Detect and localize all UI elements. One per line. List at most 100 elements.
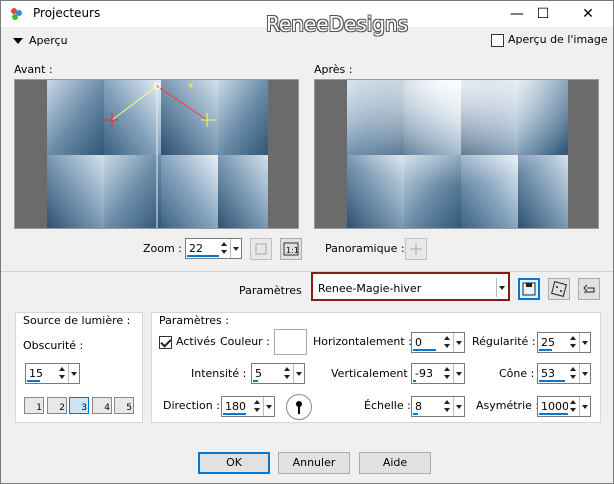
echelle-label: Échelle : bbox=[364, 399, 411, 412]
horizontal-value: 0 bbox=[415, 336, 422, 349]
asymetrie-dropdown[interactable] bbox=[579, 397, 590, 416]
apercu-label: Aperçu bbox=[29, 34, 68, 47]
regularite-dropdown[interactable] bbox=[579, 333, 590, 352]
app-icon bbox=[11, 8, 22, 20]
horizontal-label: Horizontalement : bbox=[313, 335, 412, 348]
echelle-value: 8 bbox=[415, 400, 422, 413]
vertical-dropdown[interactable] bbox=[453, 364, 464, 383]
color-swatch[interactable] bbox=[274, 329, 307, 355]
after-preview-image bbox=[315, 80, 598, 228]
asymetrie-input[interactable]: 1000 bbox=[537, 396, 591, 417]
ok-button[interactable]: OK bbox=[198, 452, 270, 474]
actives-checkbox[interactable]: Activés bbox=[159, 335, 216, 349]
projecteurs-dialog: Projecteurs — ☐ ✕ ReneeDesigns Aperçu Ap… bbox=[0, 0, 614, 484]
direction-dial[interactable] bbox=[286, 394, 312, 420]
direction-label: Direction : bbox=[163, 399, 220, 412]
light-4-button[interactable]: 4 bbox=[92, 397, 112, 414]
light-1-button[interactable]: 1 bbox=[24, 397, 44, 414]
obscurite-spinner[interactable] bbox=[57, 364, 68, 383]
vertical-input[interactable]: -93 bbox=[411, 363, 465, 384]
cone-dropdown[interactable] bbox=[579, 364, 590, 383]
direction-dropdown[interactable] bbox=[263, 397, 274, 416]
intensite-dropdown[interactable] bbox=[293, 364, 304, 383]
cone-value: 53 bbox=[541, 367, 555, 380]
zoom-spinner[interactable] bbox=[219, 239, 230, 258]
preset-value: Renee-Magie-hiver bbox=[318, 282, 422, 295]
preset-label: Paramètres bbox=[239, 284, 302, 297]
obscurite-value: 15 bbox=[29, 367, 43, 380]
horizontal-spinner[interactable] bbox=[442, 333, 453, 352]
echelle-dropdown[interactable] bbox=[453, 397, 464, 416]
vertical-spinner[interactable] bbox=[442, 364, 453, 383]
echelle-input[interactable]: 8 bbox=[411, 396, 465, 417]
couleur-label: Couleur : bbox=[220, 335, 270, 348]
direction-arrow-icon bbox=[296, 401, 302, 414]
vertical-label: Verticalement : bbox=[331, 367, 415, 380]
randomize-button[interactable] bbox=[548, 278, 570, 300]
before-preview[interactable]: * bbox=[14, 79, 299, 229]
light-2-button[interactable]: 2 bbox=[47, 397, 67, 414]
cancel-button[interactable]: Annuler bbox=[278, 452, 350, 474]
actives-checkbox-box[interactable] bbox=[159, 335, 172, 349]
asymetrie-label: Asymétrie : bbox=[476, 399, 540, 412]
watermark-logo: ReneeDesigns bbox=[266, 12, 409, 36]
cone-input[interactable]: 53 bbox=[537, 363, 591, 384]
pan-icon bbox=[410, 243, 422, 255]
zoom-value: 22 bbox=[189, 242, 203, 255]
window-title: Projecteurs bbox=[33, 6, 101, 20]
light-5-button[interactable]: 5 bbox=[114, 397, 134, 414]
direction-input[interactable]: 180 bbox=[221, 396, 275, 417]
save-preset-button[interactable] bbox=[518, 278, 540, 300]
apercu-toggle[interactable]: Aperçu bbox=[13, 34, 68, 47]
regularite-spinner[interactable] bbox=[568, 333, 579, 352]
obscurite-label: Obscurité : bbox=[23, 339, 84, 352]
regularite-input[interactable]: 25 bbox=[537, 332, 591, 353]
help-button[interactable]: Aide bbox=[359, 452, 431, 474]
preset-select[interactable]: Renee-Magie-hiver bbox=[311, 272, 510, 301]
after-preview bbox=[314, 79, 599, 229]
after-label: Après : bbox=[314, 63, 353, 76]
cone-spinner[interactable] bbox=[568, 364, 579, 383]
direction-value: 180 bbox=[225, 400, 246, 413]
pan-button[interactable] bbox=[405, 238, 427, 260]
before-preview-image: * bbox=[15, 80, 298, 228]
zoom-fit-icon bbox=[255, 243, 267, 255]
image-preview-label: Aperçu de l'image bbox=[508, 33, 608, 46]
actives-label: Activés bbox=[176, 335, 216, 348]
image-preview-checkbox-box[interactable] bbox=[491, 33, 504, 47]
asymetrie-spinner[interactable] bbox=[568, 397, 579, 416]
separator bbox=[1, 271, 613, 272]
dice-icon bbox=[551, 281, 567, 297]
light-source-title: Source de lumière : bbox=[23, 314, 131, 327]
vertical-value: -93 bbox=[415, 367, 433, 380]
intensite-label: Intensité : bbox=[191, 367, 247, 380]
save-icon bbox=[522, 282, 536, 296]
svg-text:*: * bbox=[188, 81, 194, 94]
maximize-button[interactable]: ☐ bbox=[523, 3, 563, 25]
light-3-button[interactable]: 3 bbox=[69, 397, 89, 414]
horizontal-input[interactable]: 0 bbox=[411, 332, 465, 353]
intensite-spinner[interactable] bbox=[282, 364, 293, 383]
zoom-underline bbox=[187, 255, 220, 257]
zoom-dropdown[interactable] bbox=[230, 239, 241, 258]
zoom-fit-button[interactable] bbox=[250, 238, 272, 260]
intensite-input[interactable]: 5 bbox=[251, 363, 305, 384]
close-button[interactable]: ✕ bbox=[568, 3, 608, 25]
zoom-actual-size-button[interactable]: 1:1 bbox=[280, 238, 302, 260]
svg-text:1:1: 1:1 bbox=[286, 246, 299, 255]
before-label: Avant : bbox=[14, 63, 53, 76]
parameters-title: Paramètres : bbox=[159, 314, 229, 327]
obscurite-dropdown[interactable] bbox=[68, 364, 79, 383]
echelle-spinner[interactable] bbox=[442, 397, 453, 416]
regularite-value: 25 bbox=[541, 336, 555, 349]
cone-label: Cône : bbox=[499, 367, 535, 380]
horizontal-dropdown[interactable] bbox=[453, 333, 464, 352]
preset-dropdown-arrow[interactable] bbox=[496, 278, 507, 297]
direction-spinner[interactable] bbox=[252, 397, 263, 416]
asymetrie-value: 1000 bbox=[541, 400, 569, 413]
obscurite-input[interactable]: 15 bbox=[25, 363, 80, 384]
image-preview-checkbox[interactable]: Aperçu de l'image bbox=[491, 33, 608, 47]
zoom-input[interactable]: 22 bbox=[185, 238, 242, 259]
zoom-label: Zoom : bbox=[143, 242, 182, 255]
reset-button[interactable] bbox=[578, 278, 600, 300]
